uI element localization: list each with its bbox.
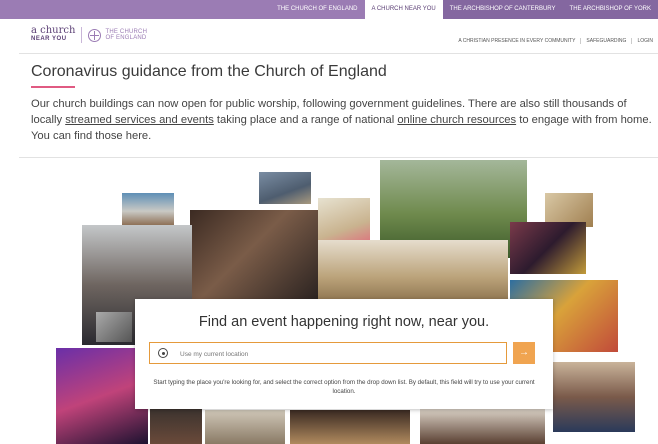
event-search-card: Find an event happening right now, near … <box>135 299 553 409</box>
online-resources-link[interactable]: online church resources <box>397 114 516 126</box>
tab-archbishop-york[interactable]: THE ARCHBISHOP OF YORK <box>562 0 658 19</box>
link-christian-presence[interactable]: A CHRISTIAN PRESENCE IN EVERY COMMUNITY <box>453 38 580 44</box>
tab-church-near-you[interactable]: A CHURCH NEAR YOU <box>364 0 443 19</box>
top-navigation: THE CHURCH OF ENGLAND A CHURCH NEAR YOU … <box>0 0 658 19</box>
collage-photo <box>190 210 318 302</box>
collage-photo <box>259 172 311 204</box>
collage-photo <box>318 240 508 302</box>
location-target-icon[interactable] <box>158 348 168 358</box>
logo-line2: NEAR YOU <box>31 36 67 42</box>
title-accent-bar <box>31 86 75 88</box>
location-input[interactable] <box>178 346 502 362</box>
link-login[interactable]: LOGIN <box>631 38 658 44</box>
collage-photo <box>122 193 174 226</box>
tab-church-of-england[interactable]: THE CHURCH OF ENGLAND <box>270 0 364 19</box>
search-go-button[interactable]: → <box>513 342 535 364</box>
site-header: a church NEAR YOU THE CHURCH OF ENGLAND … <box>0 19 658 53</box>
coe-wordmark: THE CHURCH OF ENGLAND <box>105 29 147 42</box>
search-help-text: Start typing the place you're looking fo… <box>153 379 535 395</box>
collage-photo <box>553 362 635 432</box>
tab-archbishop-canterbury[interactable]: THE ARCHBISHOP OF CANTERBURY <box>442 0 563 19</box>
link-safeguarding[interactable]: SAFEGUARDING <box>580 38 631 44</box>
site-tabs: THE CHURCH OF ENGLAND A CHURCH NEAR YOU … <box>270 0 658 19</box>
section-divider <box>19 157 658 158</box>
page-title: Coronavirus guidance from the Church of … <box>31 63 387 80</box>
intro-text-2: taking place and a range of national <box>213 114 398 126</box>
search-heading: Find an event happening right now, near … <box>198 314 490 330</box>
logo-wordmark: a church NEAR YOU <box>31 26 75 43</box>
logo-separator <box>81 27 83 43</box>
collage-photo <box>205 410 285 444</box>
arrow-right-icon: → <box>519 347 529 358</box>
intro-paragraph: Our church buildings can now open for pu… <box>31 96 656 144</box>
collage-photo <box>420 405 545 444</box>
cross-icon <box>88 28 102 42</box>
header-divider <box>19 53 658 54</box>
location-search-box[interactable] <box>149 342 507 364</box>
collage-photo <box>510 222 586 274</box>
utility-links: A CHRISTIAN PRESENCE IN EVERY COMMUNITY … <box>453 38 658 44</box>
collage-photo <box>290 410 410 444</box>
streamed-services-link[interactable]: streamed services and events <box>65 114 214 126</box>
coe-line2: OF ENGLAND <box>105 35 147 41</box>
site-logo[interactable]: a church NEAR YOU THE CHURCH OF ENGLAND <box>31 26 147 43</box>
collage-photo <box>96 312 132 342</box>
